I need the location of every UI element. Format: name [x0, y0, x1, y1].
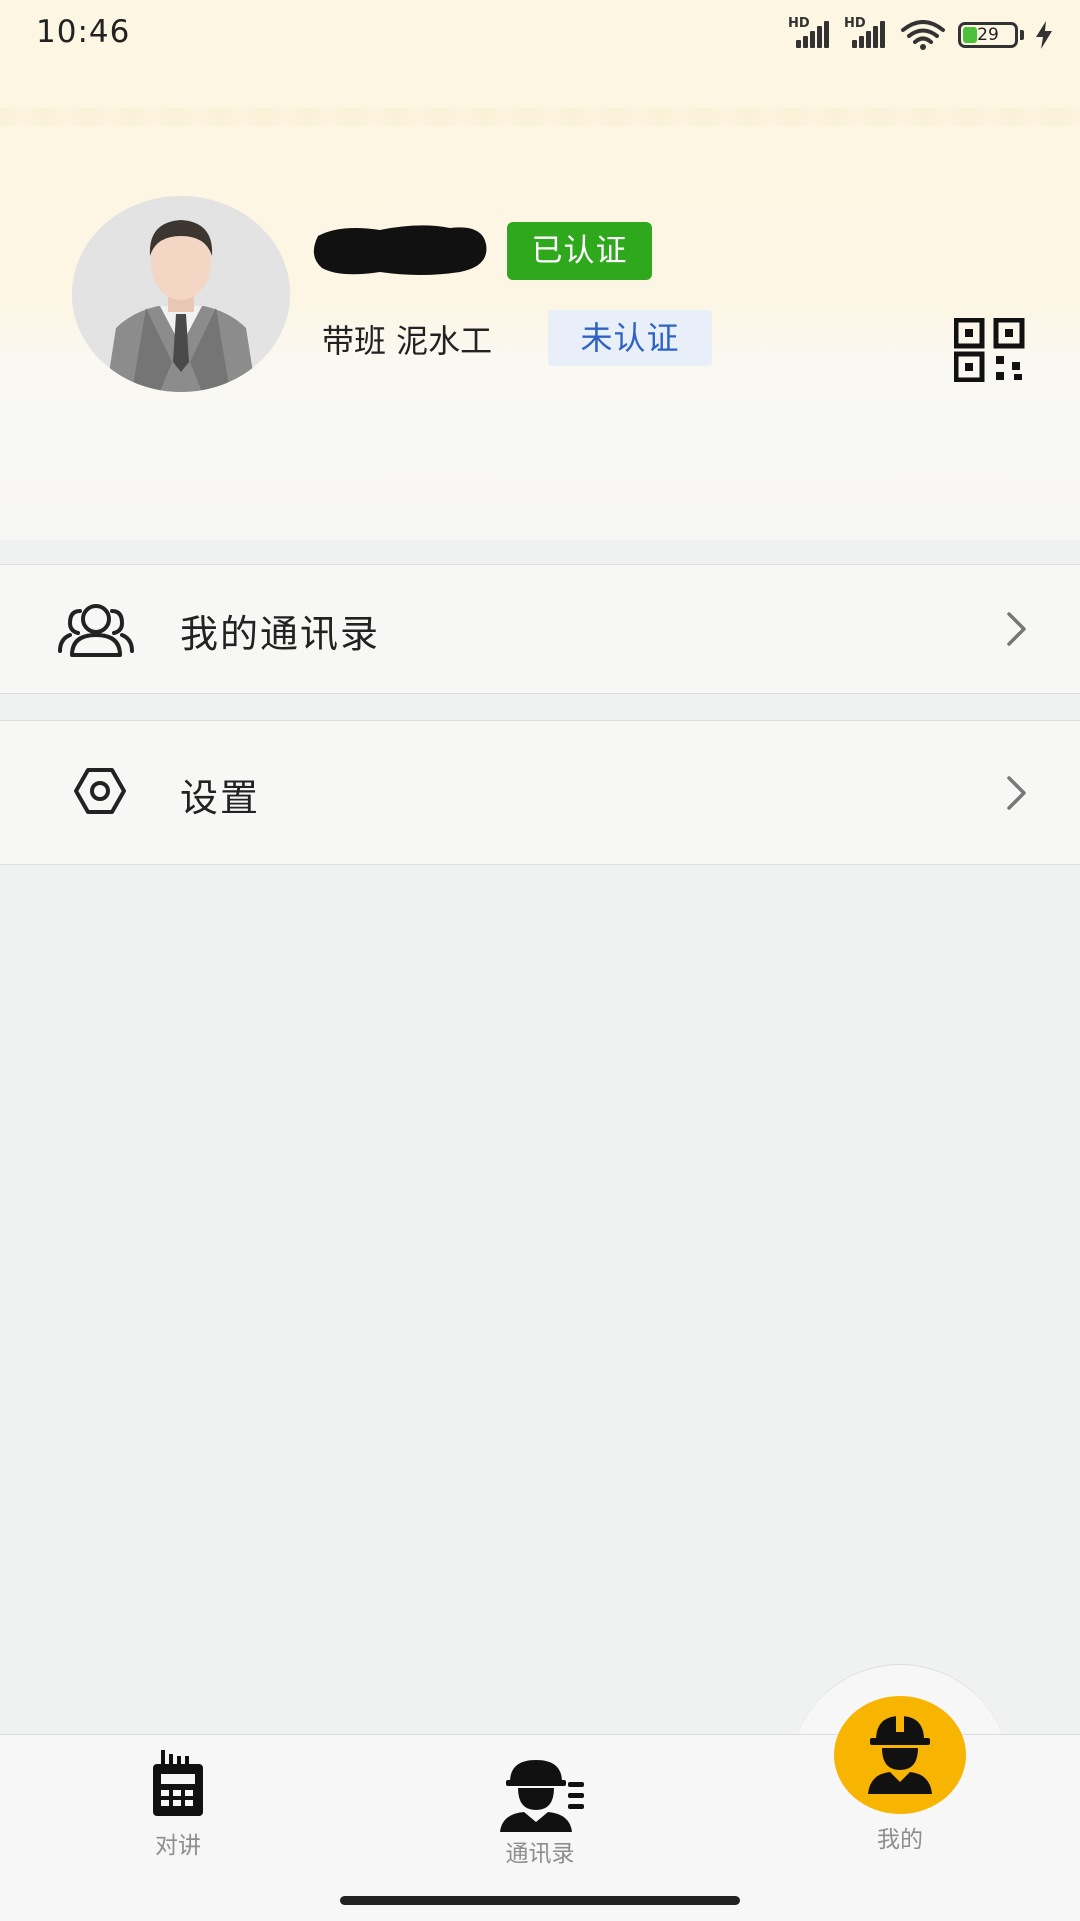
- qr-code-icon[interactable]: [954, 318, 1026, 382]
- signal-icon: [794, 18, 830, 48]
- tab-intercom-label: 对讲: [155, 1833, 201, 1859]
- avatar[interactable]: [72, 196, 290, 392]
- tab-me-active-circle[interactable]: [834, 1696, 966, 1814]
- status-icons: HD HD 29: [786, 14, 1062, 54]
- battery-level: 29: [977, 25, 999, 45]
- redacted-name: [313, 225, 487, 275]
- settings-hexagon-icon: [74, 768, 126, 814]
- wifi-icon: [901, 20, 945, 50]
- status-time: 10:46: [36, 14, 131, 50]
- tab-intercom[interactable]: 对讲: [118, 1744, 238, 1859]
- user-role: 带班 泥水工: [322, 322, 493, 360]
- battery-icon: 29: [958, 22, 1018, 48]
- unverified-badge[interactable]: 未认证: [548, 310, 712, 366]
- menu-item-settings-label: 设置: [180, 776, 261, 820]
- home-indicator[interactable]: [340, 1896, 740, 1905]
- menu-item-contacts[interactable]: 我的通讯录: [0, 564, 1080, 694]
- tab-contacts-label: 通讯录: [505, 1841, 575, 1867]
- verified-badge: 已认证: [507, 222, 652, 280]
- menu-item-contacts-label: 我的通讯录: [180, 612, 381, 656]
- worker-helmet-icon: [868, 1716, 932, 1794]
- tab-contacts[interactable]: 通讯录: [480, 1752, 600, 1867]
- walkie-talkie-icon: [153, 1750, 203, 1816]
- chevron-right-icon: [1007, 612, 1026, 646]
- chevron-right-icon: [1007, 776, 1026, 810]
- signal-icon-2: [850, 18, 886, 48]
- contacts-group-icon: [58, 604, 134, 657]
- worker-contacts-icon: [500, 1760, 584, 1832]
- menu-item-settings[interactable]: 设置: [0, 720, 1080, 865]
- header-wave-decoration: [0, 108, 1080, 126]
- avatar-portrait-icon: [72, 196, 290, 392]
- charging-icon: [1036, 21, 1052, 49]
- tab-me-label[interactable]: 我的: [840, 1820, 960, 1854]
